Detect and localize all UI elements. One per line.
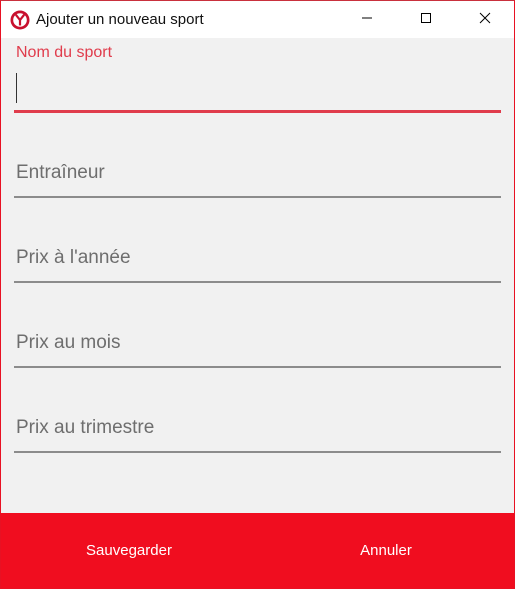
price-month-field[interactable]: Prix au mois [14,324,501,370]
maximize-icon [420,11,432,29]
text-caret [16,73,17,103]
close-icon [479,11,491,29]
minimize-icon [361,11,373,29]
price-year-underline [14,281,501,283]
dialog-window: Ajouter un nouveau sport Nom du sport En… [0,0,515,589]
app-logo-icon [10,10,30,30]
sport-name-underline [14,110,501,113]
coach-underline [14,196,501,198]
maximize-button[interactable] [403,1,449,38]
price-quarter-field[interactable]: Prix au trimestre [14,409,501,455]
save-button[interactable]: Sauvegarder [1,513,257,588]
price-month-underline [14,366,501,368]
price-quarter-underline [14,451,501,453]
action-bar: Sauvegarder Annuler [1,513,514,588]
price-year-placeholder: Prix à l'année [16,247,131,268]
title-bar[interactable]: Ajouter un nouveau sport [1,1,514,38]
price-quarter-placeholder: Prix au trimestre [16,417,155,438]
minimize-button[interactable] [344,1,390,38]
sport-name-label: Nom du sport [16,44,113,61]
price-year-field[interactable]: Prix à l'année [14,239,501,285]
coach-placeholder: Entraîneur [16,162,105,183]
coach-field[interactable]: Entraîneur [14,154,501,200]
close-button[interactable] [462,1,508,38]
price-month-placeholder: Prix au mois [16,332,121,353]
window-title: Ajouter un nouveau sport [36,11,204,28]
sport-name-field[interactable]: Nom du sport [14,38,501,114]
cancel-button[interactable]: Annuler [258,513,514,588]
